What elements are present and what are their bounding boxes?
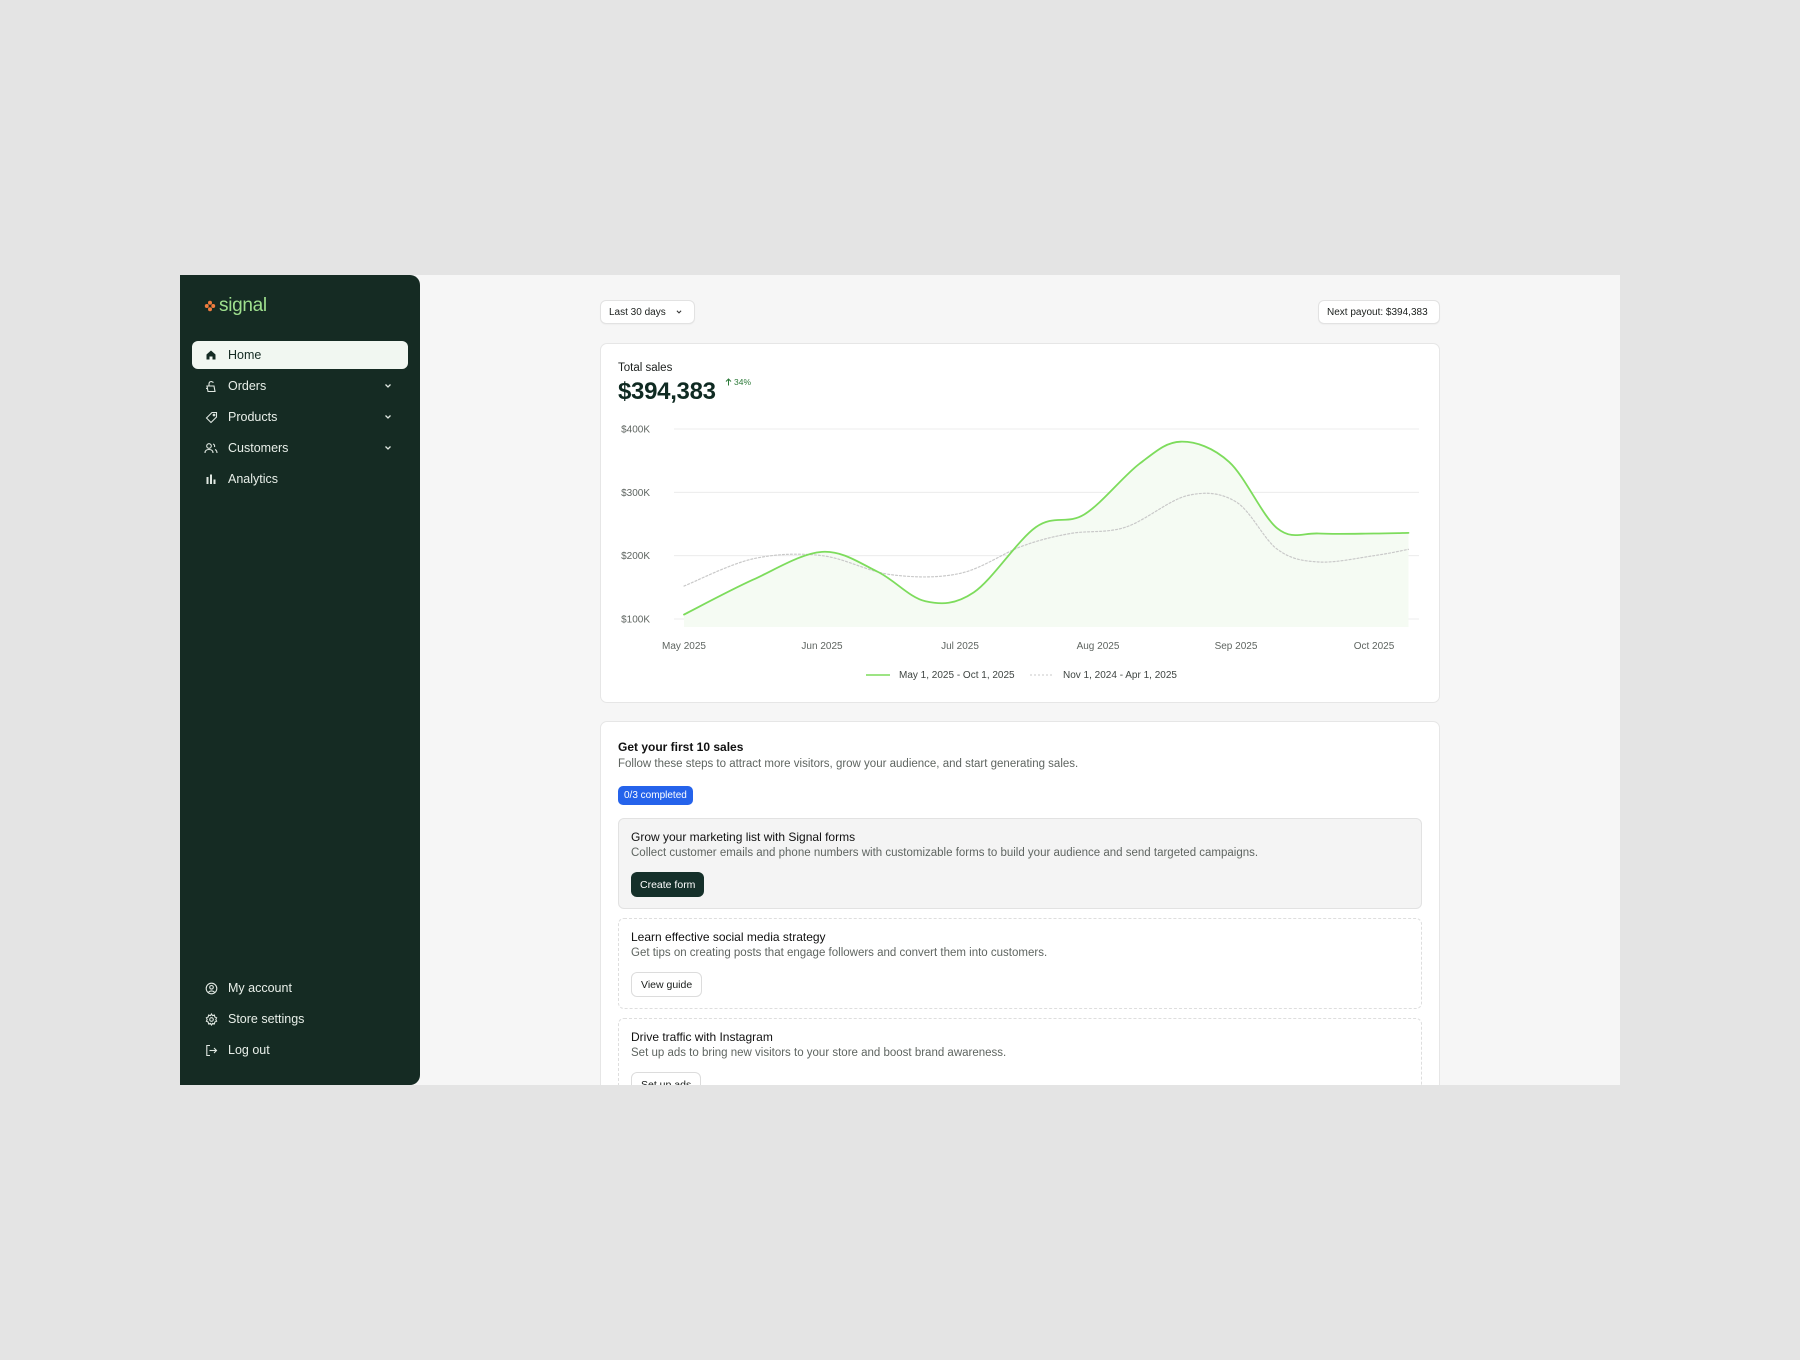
sidebar-item-customers[interactable]: Customers [192, 434, 408, 462]
y-tick-label: $300K [621, 488, 650, 499]
onboarding-step-instagram: Drive traffic with Instagram Set up ads … [618, 1018, 1422, 1085]
onboarding-subtitle: Follow these steps to attract more visit… [618, 758, 1079, 770]
brand-name: signal [219, 295, 267, 316]
orders-icon [204, 379, 218, 393]
step-description: Collect customer emails and phone number… [631, 847, 1259, 859]
step-title: Grow your marketing list with Signal for… [631, 830, 856, 844]
date-range-label: Last 30 days [609, 306, 666, 318]
legend-label: May 1, 2025 - Oct 1, 2025 [899, 670, 1015, 681]
flower-icon [204, 300, 216, 312]
create-form-button[interactable]: Create form [631, 872, 705, 897]
progress-badge: 0/3 completed [618, 786, 693, 805]
user-circle-icon [204, 981, 218, 995]
sidebar-item-log-out[interactable]: Log out [192, 1036, 408, 1064]
step-title: Drive traffic with Instagram [631, 1030, 773, 1044]
set-up-ads-button[interactable]: Set up ads [631, 1072, 702, 1085]
x-tick-label: Sep 2025 [1215, 641, 1258, 652]
step-description: Get tips on creating posts that engage f… [631, 947, 1048, 959]
x-tick-label: Oct 2025 [1354, 641, 1395, 652]
sidebar-item-label: Customers [228, 441, 289, 455]
x-tick-label: May 2025 [662, 641, 706, 652]
view-guide-button[interactable]: View guide [631, 972, 703, 997]
sidebar-item-label: Log out [228, 1043, 270, 1057]
chevron-down-icon [385, 415, 391, 419]
onboarding-title: Get your first 10 sales [618, 740, 744, 754]
sidebar-item-label: Home [228, 348, 262, 362]
chevron-down-icon [676, 310, 682, 314]
sidebar-item-my-account[interactable]: My account [192, 974, 408, 1002]
sidebar-item-orders[interactable]: Orders [192, 372, 408, 400]
x-tick-label: Aug 2025 [1077, 641, 1120, 652]
onboarding-card: Get your first 10 sales Follow these ste… [600, 721, 1440, 1085]
y-tick-label: $200K [621, 551, 650, 562]
app-window: signal Home Orders Products Customers An… [180, 275, 1620, 1085]
tag-icon [204, 410, 218, 424]
chevron-down-icon [385, 446, 391, 450]
sales-line-chart: $400K $300K $200K $100K May 2025 Jun 2025 Jul … [621, 425, 1419, 681]
next-payout-button[interactable]: Next payout: $394,383 [1318, 300, 1440, 324]
sidebar-item-analytics[interactable]: Analytics [192, 465, 408, 493]
logout-icon [204, 1043, 218, 1057]
sidebar-item-label: Analytics [228, 472, 279, 486]
step-title: Learn effective social media strategy [631, 930, 826, 944]
sidebar-item-home[interactable]: Home [192, 341, 408, 369]
sidebar-item-label: My account [228, 981, 292, 995]
total-sales-card: Total sales $394,383 34% $400K $300K $200K… [600, 343, 1440, 703]
y-tick-label: $100K [621, 615, 650, 626]
gear-icon [204, 1012, 218, 1026]
sidebar-item-store-settings[interactable]: Store settings [192, 1005, 408, 1033]
sidebar-item-label: Orders [228, 379, 267, 393]
sidebar: signal Home Orders Products Customers An… [180, 275, 420, 1085]
sidebar-item-label: Products [228, 410, 278, 424]
legend-label: Nov 1, 2024 - Apr 1, 2025 [1063, 670, 1177, 681]
y-tick-label: $400K [621, 425, 650, 436]
x-tick-label: Jun 2025 [801, 641, 843, 652]
sidebar-item-products[interactable]: Products [192, 403, 408, 431]
date-range-dropdown[interactable]: Last 30 days [600, 300, 695, 324]
step-description: Set up ads to bring new visitors to your… [631, 1047, 1007, 1059]
next-payout-label: Next payout: $394,383 [1327, 306, 1428, 318]
onboarding-step-forms: Grow your marketing list with Signal for… [618, 818, 1422, 909]
onboarding-step-social: Learn effective social media strategy Ge… [618, 918, 1422, 1009]
sidebar-nav: Home Orders Products Customers Analytics [192, 341, 408, 496]
x-tick-label: Jul 2025 [941, 641, 979, 652]
chevron-down-icon [385, 384, 391, 388]
bar-chart-icon [204, 472, 218, 486]
brand-logo[interactable]: signal [204, 295, 267, 317]
sidebar-bottom-nav: My account Store settings Log out [192, 974, 408, 1067]
users-icon [204, 441, 218, 455]
home-icon [204, 348, 218, 362]
sidebar-item-label: Store settings [228, 1012, 305, 1026]
